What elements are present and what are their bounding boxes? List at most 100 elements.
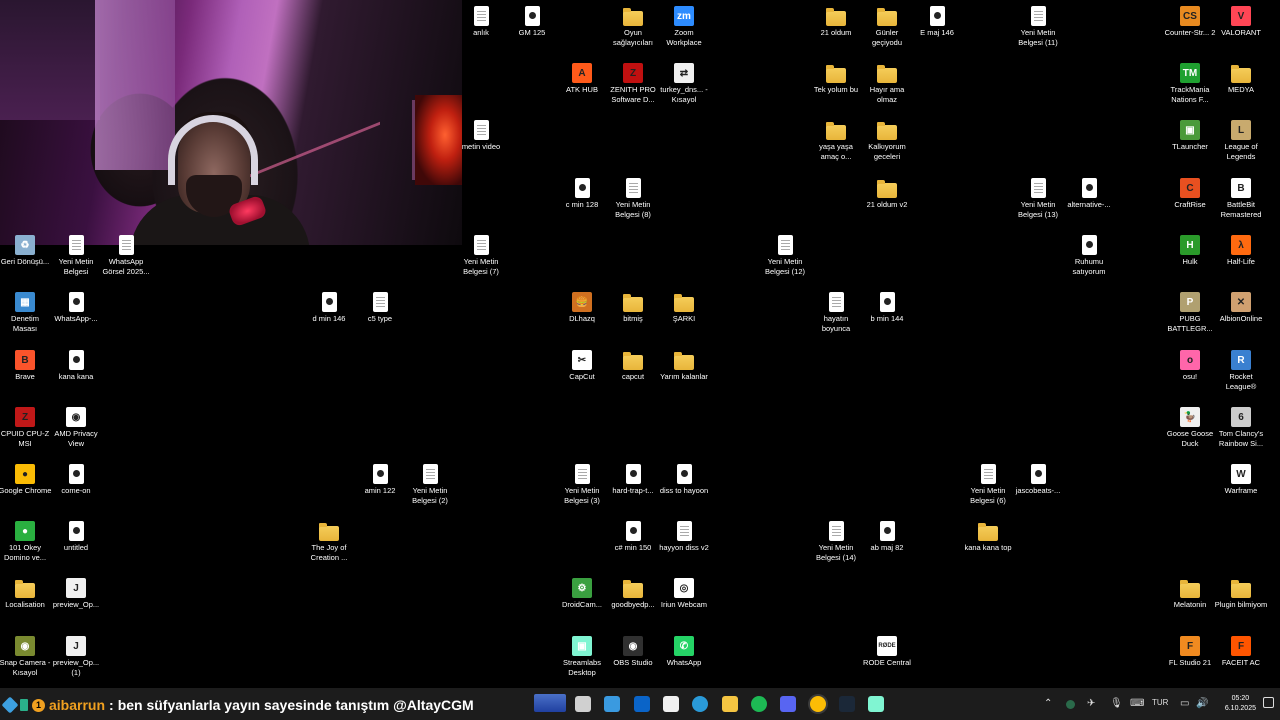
taskbar-file-explorer-icon[interactable] xyxy=(722,696,738,712)
desktop-icon-c5-type[interactable]: c5 type xyxy=(353,292,407,324)
desktop-icon-goose-goose-duck[interactable]: 🦆 Goose Goose Duck xyxy=(1163,407,1217,448)
taskbar-steam-icon[interactable] xyxy=(839,696,855,712)
desktop-icon-denetim-masas[interactable]: ▦ Denetim Masası xyxy=(0,292,52,333)
taskbar-store-icon[interactable] xyxy=(663,696,679,712)
taskbar-discord-icon[interactable] xyxy=(780,696,796,712)
desktop-icon-yar-m-kalanlar[interactable]: Yarım kalanlar xyxy=(657,350,711,382)
desktop-icon-zenith-pro-software-d[interactable]: Z ZENITH PRO Software D... xyxy=(606,63,660,104)
desktop-icon-capcut[interactable]: ✂ CapCut xyxy=(555,350,609,382)
desktop-icon-bitmi[interactable]: bitmiş xyxy=(606,292,660,324)
desktop-icon-yeni-metin-belgesi-12[interactable]: Yeni Metin Belgesi (12) xyxy=(758,235,812,276)
desktop-icon-league-of-legends[interactable]: L League of Legends xyxy=(1214,120,1268,161)
desktop-icon-zoom-workplace[interactable]: zm Zoom Workplace xyxy=(657,6,711,47)
desktop-icon-alternative[interactable]: alternative-... xyxy=(1062,178,1116,210)
desktop-icon-counter-str-2[interactable]: CS Counter-Str... 2 xyxy=(1163,6,1217,38)
desktop-icon-dlhazq[interactable]: 🍔 DLhazq xyxy=(555,292,609,324)
desktop-icon-whatsapp[interactable]: WhatsApp-... xyxy=(49,292,103,324)
desktop-icon-yeni-metin-belgesi-14[interactable]: Yeni Metin Belgesi (14) xyxy=(809,521,863,562)
desktop-icon-gm-125[interactable]: GM 125 xyxy=(505,6,559,38)
desktop-icon-preview-op-1[interactable]: Jpreview_Op... (1) xyxy=(49,636,103,677)
desktop-icon-turkey-dns-k-sayol[interactable]: ⇄ turkey_dns... - Kısayol xyxy=(657,63,711,104)
desktop-icon-atk-hub[interactable]: A ATK HUB xyxy=(555,63,609,95)
desktop-icon-obs-studio[interactable]: ◉ OBS Studio xyxy=(606,636,660,668)
desktop-icon-google-chrome[interactable]: ● Google Chrome xyxy=(0,464,52,496)
widgets-icon[interactable] xyxy=(534,694,566,712)
desktop-icon-cpuid-cpu-z-msi[interactable]: Z CPUID CPU-Z MSI xyxy=(0,407,52,448)
desktop-icon-capcut[interactable]: capcut xyxy=(606,350,660,382)
desktop-icon-pubg-battlegr[interactable]: P PUBG BATTLEGR... xyxy=(1163,292,1217,333)
desktop-icon-kalk-yorum-geceleri[interactable]: Kalkıyorum geceleri xyxy=(860,120,914,161)
desktop-icon-rocket-league[interactable]: R Rocket League® xyxy=(1214,350,1268,391)
desktop-icon-valorant[interactable]: V VALORANT xyxy=(1214,6,1268,38)
steam-tray-icon[interactable]: ✈ xyxy=(1087,698,1095,709)
desktop-icon-brave[interactable]: B Brave xyxy=(0,350,52,382)
desktop-icon-hard-trap-t[interactable]: hard-trap-t... xyxy=(606,464,660,496)
language-indicator[interactable]: TUR xyxy=(1152,698,1168,707)
desktop-icon-whatsapp-g-rsel-2025[interactable]: WhatsApp Görsel 2025... xyxy=(99,235,153,276)
desktop-icon-ruhumu-sat-yorum[interactable]: Ruhumu satıyorum xyxy=(1062,235,1116,276)
taskbar-spotify-icon[interactable] xyxy=(751,696,767,712)
desktop-icon-c-min-150[interactable]: c# min 150 xyxy=(606,521,660,553)
desktop-icon-hayat-n-boyunca[interactable]: hayatın boyunca xyxy=(809,292,863,333)
desktop-icon-osu[interactable]: o osu! xyxy=(1163,350,1217,382)
desktop-icon-hayyon-diss-v2[interactable]: hayyon diss v2 xyxy=(657,521,711,553)
desktop-icon-craftrise[interactable]: C CraftRise xyxy=(1163,178,1217,210)
desktop-icon-whatsapp[interactable]: ✆ WhatsApp xyxy=(657,636,711,668)
desktop-icon-preview-op[interactable]: Jpreview_Op... xyxy=(49,578,103,610)
desktop-icon-yeni-metin-belgesi-8[interactable]: Yeni Metin Belgesi (8) xyxy=(606,178,660,219)
desktop-icon-ya-a-ya-a-ama-o[interactable]: yaşa yaşa amaç o... xyxy=(809,120,863,161)
desktop-icon-21-oldum[interactable]: 21 oldum xyxy=(809,6,863,38)
desktop-icon-droidcam[interactable]: ⚙ DroidCam... xyxy=(555,578,609,610)
desktop-icon-goodbyedp[interactable]: goodbyedp... xyxy=(606,578,660,610)
desktop-icon-b-min-144[interactable]: b min 144 xyxy=(860,292,914,324)
tray-app-icon[interactable] xyxy=(1066,700,1075,709)
desktop-icon-geri-d-n[interactable]: ♻ Geri Dönüşü... xyxy=(0,235,52,267)
desktop-icon-melatonin[interactable]: Melatonin xyxy=(1163,578,1217,610)
desktop-icon-streamlabs-desktop[interactable]: ▣ Streamlabs Desktop xyxy=(555,636,609,677)
desktop-icon-battlebit-remastered[interactable]: B BattleBit Remastered xyxy=(1214,178,1268,219)
microphone-tray-icon[interactable]: 🎙 xyxy=(1110,698,1123,709)
desktop-icon-kana-kana-top[interactable]: kana kana top xyxy=(961,521,1015,553)
desktop-icon-arki[interactable]: ŞARKI xyxy=(657,292,711,324)
desktop-icon-tlauncher[interactable]: ▣ TLauncher xyxy=(1163,120,1217,152)
desktop-icon-c-min-128[interactable]: c min 128 xyxy=(555,178,609,210)
desktop-icon-half-life[interactable]: λ Half-Life xyxy=(1214,235,1268,267)
desktop-icon-ab-maj-82[interactable]: ab maj 82 xyxy=(860,521,914,553)
taskbar-edge-icon[interactable] xyxy=(692,696,708,712)
taskbar-network-app-icon[interactable] xyxy=(604,696,620,712)
desktop-icon-yeni-metin-belgesi-11[interactable]: Yeni Metin Belgesi (11) xyxy=(1011,6,1065,47)
desktop-icon-albiononline[interactable]: ✕ AlbionOnline xyxy=(1214,292,1268,324)
desktop-icon-tom-clancy-s-rainbow-si[interactable]: 6 Tom Clancy's Rainbow Si... xyxy=(1214,407,1268,448)
desktop-icon-yeni-metin-belgesi-3[interactable]: Yeni Metin Belgesi (3) xyxy=(555,464,609,505)
desktop-icon-hay-r-ama-olmaz[interactable]: Hayır ama olmaz xyxy=(860,63,914,104)
clock[interactable]: 05:20 6.10.2025 xyxy=(1225,694,1256,714)
desktop-icon-yeni-metin-belgesi-6[interactable]: Yeni Metin Belgesi (6) xyxy=(961,464,1015,505)
desktop-icon-oyun-sa-lay-c-lar[interactable]: Oyun sağlayıcıları xyxy=(606,6,660,47)
desktop-icon-fl-studio-21[interactable]: F FL Studio 21 xyxy=(1163,636,1217,668)
desktop-icon-diss-to-hayoon[interactable]: diss to hayoon xyxy=(657,464,711,496)
desktop-icon-yeni-metin-belgesi-13[interactable]: Yeni Metin Belgesi (13) xyxy=(1011,178,1065,219)
taskbar-streamlabs-icon[interactable] xyxy=(868,696,884,712)
desktop-icon-yeni-metin-belgesi-2[interactable]: Yeni Metin Belgesi (2) xyxy=(403,464,457,505)
desktop-icon-localisation[interactable]: Localisation xyxy=(0,578,52,610)
desktop-icon-yeni-metin-belgesi[interactable]: Yeni Metin Belgesi xyxy=(49,235,103,276)
desktop-icon-kana-kana[interactable]: kana kana xyxy=(49,350,103,382)
desktop-icon-warframe[interactable]: W Warframe xyxy=(1214,464,1268,496)
monitor-icon[interactable]: ▭ xyxy=(1180,698,1189,709)
notification-icon[interactable] xyxy=(1263,697,1274,708)
desktop-icon-jascobeats[interactable]: jascobeats-... xyxy=(1011,464,1065,496)
desktop-icon-the-joy-of-creation[interactable]: The Joy of Creation ... xyxy=(302,521,356,562)
desktop-icon-101-okey-domino-ve[interactable]: ● 101 Okey Domino ve... xyxy=(0,521,52,562)
taskbar-outlook-icon[interactable] xyxy=(634,696,650,712)
desktop-icon-amin-122[interactable]: amin 122 xyxy=(353,464,407,496)
desktop-icon-tek-yolum-bu[interactable]: Tek yolum bu xyxy=(809,63,863,95)
desktop-icon-come-on[interactable]: come-on xyxy=(49,464,103,496)
desktop-icon-medya[interactable]: MEDYA xyxy=(1214,63,1268,95)
desktop-icon-untitled[interactable]: untitled xyxy=(49,521,103,553)
chevron-up-icon[interactable]: ⌃ xyxy=(1044,698,1052,709)
desktop-icon-snap-camera-k-sayol[interactable]: ◉ Snap Camera - Kısayol xyxy=(0,636,52,677)
desktop-icon-g-nler-ge-iyodu[interactable]: Günler geçiyodu xyxy=(860,6,914,47)
taskbar-chrome-icon[interactable] xyxy=(810,696,826,712)
desktop-icon-rode-central[interactable]: RØDE RODE Central xyxy=(860,636,914,668)
desktop-icon-d-min-146[interactable]: d min 146 xyxy=(302,292,356,324)
